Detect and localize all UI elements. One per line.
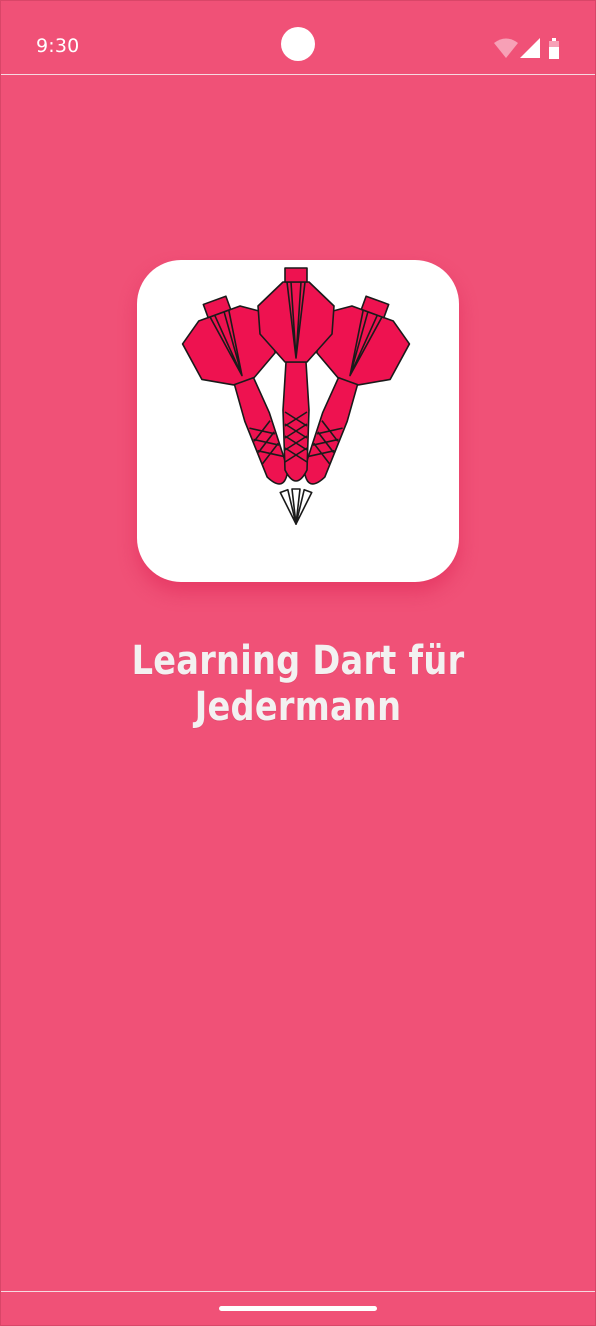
camera-cutout: [281, 27, 315, 61]
status-icons: [494, 37, 566, 61]
app-title: Learning Dart für Jedermann: [131, 638, 465, 730]
navigation-bar: [0, 1291, 596, 1326]
status-time: 9:30: [36, 35, 80, 57]
battery-icon: [549, 38, 559, 59]
wifi-icon: [494, 38, 518, 58]
darts-logo-icon: [181, 267, 411, 525]
signal-icon: [520, 38, 540, 58]
splash-screen: 9:30 Learning Dart für Jedermann: [0, 0, 596, 1326]
home-indicator[interactable]: [219, 1306, 377, 1311]
status-bar: 9:30: [0, 0, 596, 75]
logo-card: [137, 260, 459, 582]
splash-content: Learning Dart für Jedermann: [0, 76, 596, 1290]
